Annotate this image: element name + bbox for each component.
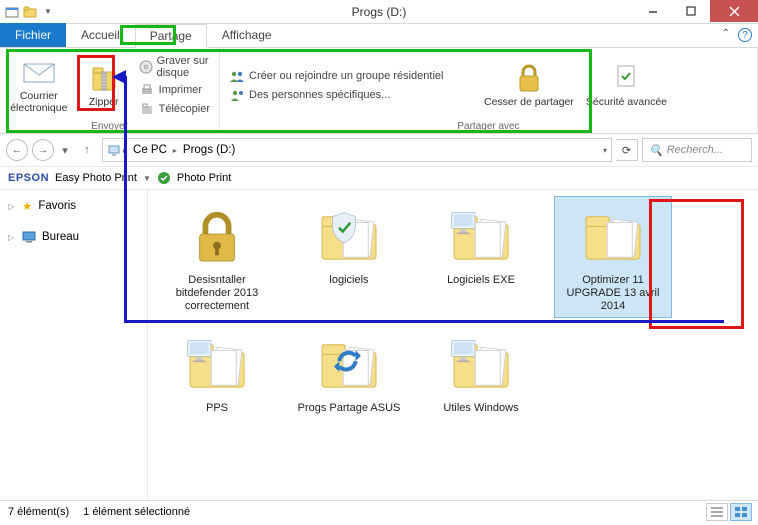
search-box[interactable]: 🔍 Recherch... bbox=[642, 138, 752, 162]
file-item[interactable]: Logiciels EXE bbox=[422, 196, 540, 318]
file-item[interactable]: PPS bbox=[158, 324, 276, 419]
status-selection: 1 élément sélectionné bbox=[83, 506, 190, 518]
file-name: Logiciels EXE bbox=[447, 274, 515, 287]
help-icon[interactable]: ? bbox=[738, 28, 752, 42]
tab-share[interactable]: Partage bbox=[135, 24, 207, 48]
file-name: Desisntaller bitdefender 2013 correcteme… bbox=[162, 274, 272, 314]
email-button[interactable]: Courrier électronique bbox=[6, 55, 72, 116]
maximize-button[interactable] bbox=[672, 0, 710, 22]
ribbon-collapse-icon[interactable]: ⌃ bbox=[722, 28, 730, 42]
nav-favorites[interactable]: ▷ ★ Favoris bbox=[4, 196, 143, 216]
view-icons-button[interactable] bbox=[730, 503, 752, 521]
print-button[interactable]: Imprimer bbox=[136, 81, 213, 99]
nav-desktop[interactable]: ▷ Bureau bbox=[4, 228, 143, 246]
ribbon-group-send: Courrier électronique Zipper Graver sur … bbox=[0, 48, 220, 133]
tab-view[interactable]: Affichage bbox=[207, 23, 287, 47]
homegroup-button[interactable]: Créer ou rejoindre un groupe résidentiel bbox=[226, 67, 476, 85]
photo-print-icon bbox=[157, 171, 171, 185]
search-placeholder: Recherch... bbox=[667, 144, 723, 156]
advanced-security-button[interactable]: Sécurité avancée bbox=[582, 61, 671, 110]
file-name: logiciels bbox=[329, 274, 368, 287]
file-name: Utiles Windows bbox=[443, 402, 518, 415]
minimize-button[interactable] bbox=[634, 0, 672, 22]
file-item[interactable]: Optimizer 11 UPGRADE 13 avril 2014 bbox=[554, 196, 672, 318]
address-row: ← → ▾ ↑ ▸ Ce PC ▸ Progs (D:) ▾ ⟳ 🔍 Reche… bbox=[0, 134, 758, 166]
easy-photo-print-button[interactable]: Easy Photo Print bbox=[55, 172, 137, 184]
fax-button[interactable]: Télécopier bbox=[136, 100, 213, 118]
epson-toolbar: EPSON Easy Photo Print ▼ Photo Print bbox=[0, 166, 758, 190]
title-bar: ▼ Progs (D:) bbox=[0, 0, 758, 24]
up-button[interactable]: ↑ bbox=[76, 139, 98, 161]
breadcrumb-dropdown-icon[interactable]: ▾ bbox=[603, 146, 607, 155]
people-icon bbox=[229, 68, 245, 84]
star-icon: ★ bbox=[22, 199, 32, 213]
lock-icon bbox=[516, 63, 542, 95]
file-name: Optimizer 11 UPGRADE 13 avril 2014 bbox=[558, 274, 668, 314]
lock-icon bbox=[185, 200, 249, 272]
main-area: ▷ ★ Favoris ▷ Bureau Desisntaller bitdef… bbox=[0, 190, 758, 500]
zip-button[interactable]: Zipper bbox=[76, 61, 132, 110]
navigation-pane: ▷ ★ Favoris ▷ Bureau bbox=[0, 190, 148, 500]
printer-icon bbox=[139, 82, 155, 98]
file-item[interactable]: Desisntaller bitdefender 2013 correcteme… bbox=[158, 196, 276, 318]
pc-icon bbox=[107, 143, 121, 157]
fax-icon bbox=[139, 101, 155, 117]
file-name: PPS bbox=[206, 402, 228, 415]
close-button[interactable] bbox=[710, 0, 758, 22]
status-item-count: 7 élément(s) bbox=[8, 506, 69, 518]
qat-properties-icon[interactable] bbox=[4, 3, 20, 21]
search-icon: 🔍 bbox=[649, 144, 663, 157]
refresh-button[interactable]: ⟳ bbox=[616, 139, 638, 161]
ribbon: Courrier électronique Zipper Graver sur … bbox=[0, 48, 758, 134]
folder-check-icon bbox=[317, 200, 381, 272]
epson-logo: EPSON bbox=[8, 172, 49, 184]
tab-home[interactable]: Accueil bbox=[66, 23, 135, 47]
file-item[interactable]: logiciels bbox=[290, 196, 408, 318]
photo-print-button[interactable]: Photo Print bbox=[177, 172, 231, 184]
ribbon-group-sharewith: Créer ou rejoindre un groupe résidentiel… bbox=[220, 48, 758, 133]
shield-icon bbox=[614, 63, 638, 95]
tab-strip: Fichier Accueil Partage Affichage ⌃ ? bbox=[0, 24, 758, 48]
file-name: Progs Partage ASUS bbox=[298, 402, 401, 415]
people-plus-icon bbox=[229, 87, 245, 103]
qat-dropdown-icon[interactable]: ▼ bbox=[40, 3, 56, 21]
back-button[interactable]: ← bbox=[6, 139, 28, 161]
status-bar: 7 élément(s) 1 élément sélectionné bbox=[0, 500, 758, 522]
email-icon bbox=[23, 57, 55, 89]
folder-icon bbox=[581, 200, 645, 272]
history-dropdown[interactable]: ▾ bbox=[58, 139, 72, 161]
view-details-button[interactable] bbox=[706, 503, 728, 521]
folder-pc-icon bbox=[185, 328, 249, 400]
folder-sync-icon bbox=[317, 328, 381, 400]
desktop-icon bbox=[22, 231, 36, 243]
items-view[interactable]: Desisntaller bitdefender 2013 correcteme… bbox=[148, 190, 758, 500]
window-title: Progs (D:) bbox=[352, 5, 407, 19]
file-item[interactable]: Utiles Windows bbox=[422, 324, 540, 419]
disc-icon bbox=[139, 59, 153, 75]
tab-file[interactable]: Fichier bbox=[0, 23, 66, 47]
breadcrumb-pc[interactable]: Ce PC bbox=[129, 144, 171, 156]
burn-button[interactable]: Graver sur disque bbox=[136, 54, 213, 80]
zip-icon bbox=[90, 63, 118, 95]
forward-button[interactable]: → bbox=[32, 139, 54, 161]
folder-pc-icon bbox=[449, 328, 513, 400]
breadcrumb-drive[interactable]: Progs (D:) bbox=[179, 144, 239, 156]
stop-sharing-button[interactable]: Cesser de partager bbox=[480, 61, 578, 110]
file-item[interactable]: Progs Partage ASUS bbox=[290, 324, 408, 419]
qat-newfolder-icon[interactable] bbox=[22, 3, 38, 21]
specific-people-button[interactable]: Des personnes spécifiques... bbox=[226, 86, 476, 104]
folder-pc-icon bbox=[449, 200, 513, 272]
address-bar[interactable]: ▸ Ce PC ▸ Progs (D:) ▾ bbox=[102, 138, 612, 162]
